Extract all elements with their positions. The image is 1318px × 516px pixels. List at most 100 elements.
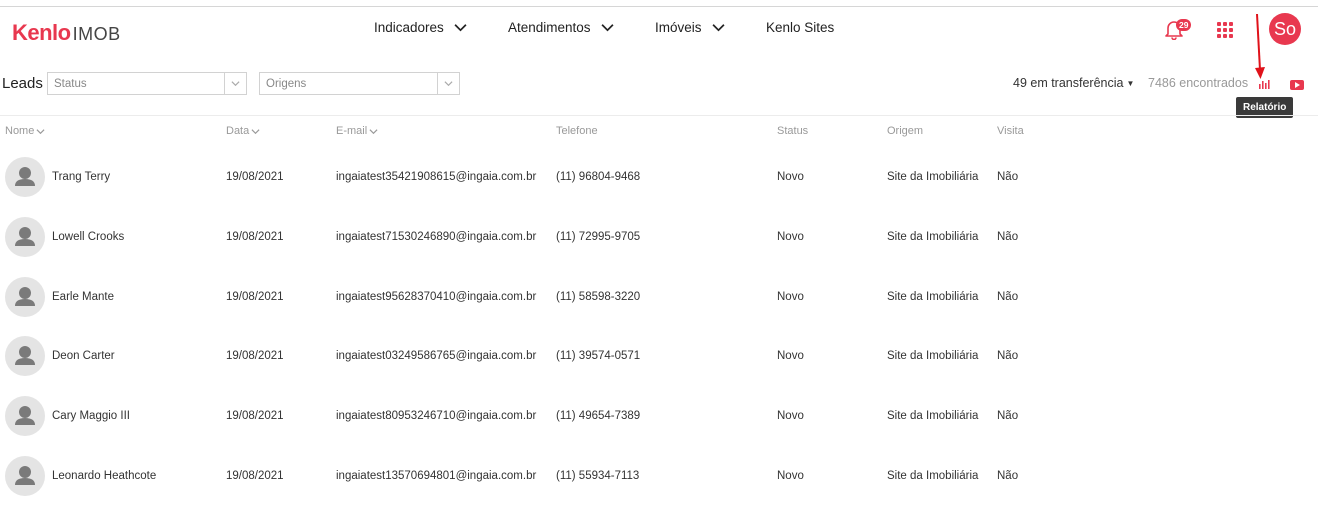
lead-origin: Site da Imobiliária bbox=[887, 291, 979, 303]
lead-visit: Não bbox=[997, 350, 1019, 362]
lead-email: ingaiatest13570694801@ingaia.com.br bbox=[336, 470, 537, 482]
lead-visit: Não bbox=[997, 291, 1019, 303]
nav-item-kenlo-sites[interactable]: Kenlo Sites bbox=[766, 20, 834, 35]
lead-email: ingaiatest71530246890@ingaia.com.br bbox=[336, 231, 537, 243]
lead-status: Novo bbox=[777, 350, 804, 362]
column-label: Telefone bbox=[556, 125, 598, 137]
chevron-down-icon bbox=[251, 128, 260, 134]
chevron-down-icon bbox=[36, 128, 45, 134]
lead-email: ingaiatest03249586765@ingaia.com.br bbox=[336, 350, 537, 362]
lead-visit: Não bbox=[997, 231, 1019, 243]
lead-status: Novo bbox=[777, 231, 804, 243]
person-avatar-icon bbox=[5, 157, 45, 197]
lead-date: 19/08/2021 bbox=[226, 171, 284, 183]
person-avatar-icon bbox=[5, 456, 45, 496]
table-row[interactable]: Leonardo Heathcote 19/08/2021 ingaiatest13… bbox=[0, 446, 1318, 506]
lead-name[interactable]: Trang Terry bbox=[52, 171, 110, 183]
lead-phone: (11) 49654-7389 bbox=[556, 410, 641, 422]
page-title: Leads bbox=[2, 75, 43, 92]
top-divider bbox=[0, 6, 1318, 7]
table-row[interactable]: Trang Terry 19/08/2021 ingaiatest354219086… bbox=[0, 147, 1318, 207]
lead-visit: Não bbox=[997, 470, 1019, 482]
lead-name[interactable]: Leonardo Heathcote bbox=[52, 470, 156, 482]
status-select[interactable]: Status bbox=[47, 72, 247, 95]
nav-item-label: Kenlo Sites bbox=[766, 20, 835, 35]
lead-date: 19/08/2021 bbox=[226, 291, 284, 303]
lead-date: 19/08/2021 bbox=[226, 470, 284, 482]
lead-origin: Site da Imobiliária bbox=[887, 171, 979, 183]
lead-origin: Site da Imobiliária bbox=[887, 350, 979, 362]
notification-badge: 29 bbox=[1176, 19, 1192, 31]
logo-product: IMOB bbox=[72, 24, 121, 44]
chevron-down-icon bbox=[437, 73, 459, 94]
lead-email: ingaiatest35421908615@ingaia.com.br bbox=[336, 171, 537, 183]
column-header-visita: Visita bbox=[997, 125, 1024, 137]
lead-phone: (11) 58598-3220 bbox=[556, 291, 641, 303]
kenlo-logo[interactable]: Kenlo IMOB bbox=[12, 20, 121, 45]
lead-status: Novo bbox=[777, 171, 804, 183]
annotation-arrow bbox=[1255, 13, 1265, 79]
header-divider bbox=[0, 115, 1318, 116]
lead-phone: (11) 96804-9468 bbox=[556, 171, 641, 183]
lead-email: ingaiatest80953246710@ingaia.com.br bbox=[336, 410, 537, 422]
status-select-placeholder: Status bbox=[54, 78, 87, 90]
logo-brand: Kenlo bbox=[12, 20, 71, 45]
chevron-down-icon bbox=[454, 24, 467, 32]
lead-origin: Site da Imobiliária bbox=[887, 231, 979, 243]
column-label: Nome bbox=[5, 125, 35, 137]
nav-item-imoveis[interactable]: Imóveis bbox=[655, 20, 725, 35]
lead-date: 19/08/2021 bbox=[226, 231, 284, 243]
lead-origin: Site da Imobiliária bbox=[887, 410, 979, 422]
person-avatar-icon bbox=[5, 396, 45, 436]
chevron-down-icon bbox=[369, 128, 378, 134]
lead-visit: Não bbox=[997, 410, 1019, 422]
column-header-origem: Origem bbox=[887, 125, 923, 137]
lead-name[interactable]: Earle Mante bbox=[52, 291, 114, 303]
transfer-dropdown[interactable]: 49 em transferência ▼ bbox=[1013, 76, 1134, 90]
column-label: Data bbox=[226, 125, 250, 137]
lead-email: ingaiatest95628370410@ingaia.com.br bbox=[336, 291, 537, 303]
youtube-icon[interactable] bbox=[1290, 80, 1304, 90]
nav-item-label: Atendimentos bbox=[508, 20, 591, 35]
bar-chart-icon[interactable] bbox=[1258, 79, 1270, 89]
nav-item-indicadores[interactable]: Indicadores bbox=[374, 20, 467, 35]
lead-visit: Não bbox=[997, 171, 1019, 183]
origins-select-placeholder: Origens bbox=[266, 78, 307, 90]
table-row[interactable]: Cary Maggio III 19/08/2021 ingaiatest80953… bbox=[0, 386, 1318, 446]
lead-origin: Site da Imobiliária bbox=[887, 470, 979, 482]
column-header-nome[interactable]: Nome bbox=[5, 125, 45, 137]
nav-item-label: Indicadores bbox=[374, 20, 444, 35]
table-row[interactable]: Earle Mante 19/08/2021 ingaiatest956283704… bbox=[0, 267, 1318, 327]
table-row[interactable]: Deon Carter 19/08/2021 ingaiatest032495867… bbox=[0, 326, 1318, 386]
lead-date: 19/08/2021 bbox=[226, 350, 284, 362]
column-label: E-mail bbox=[336, 125, 368, 137]
lead-name[interactable]: Cary Maggio III bbox=[52, 410, 130, 422]
origins-select[interactable]: Origens bbox=[259, 72, 460, 95]
chevron-down-icon bbox=[224, 73, 246, 94]
user-avatar[interactable]: So bbox=[1269, 13, 1301, 45]
lead-status: Novo bbox=[777, 410, 804, 422]
column-label: Origem bbox=[887, 125, 924, 137]
person-avatar-icon bbox=[5, 336, 45, 376]
chevron-down-icon bbox=[711, 24, 725, 32]
person-avatar-icon bbox=[5, 217, 45, 257]
lead-status: Novo bbox=[777, 470, 804, 482]
column-header-status: Status bbox=[777, 125, 808, 137]
lead-phone: (11) 39574-0571 bbox=[556, 350, 641, 362]
table-row[interactable]: Lowell Crooks 19/08/2021 ingaiatest7153024… bbox=[0, 207, 1318, 267]
lead-date: 19/08/2021 bbox=[226, 410, 284, 422]
lead-phone: (11) 55934-7113 bbox=[556, 470, 640, 482]
column-header-data[interactable]: Data bbox=[226, 125, 260, 137]
chevron-down-icon bbox=[601, 24, 614, 32]
found-count: 7486 encontrados bbox=[1148, 76, 1249, 90]
lead-name[interactable]: Deon Carter bbox=[52, 350, 115, 362]
nav-item-atendimentos[interactable]: Atendimentos bbox=[508, 20, 614, 35]
column-header-telefone: Telefone bbox=[556, 125, 598, 137]
apps-grid-icon[interactable] bbox=[1217, 22, 1233, 38]
nav-item-label: Imóveis bbox=[655, 20, 702, 35]
lead-name[interactable]: Lowell Crooks bbox=[52, 231, 124, 243]
caret-down-icon: ▼ bbox=[1126, 79, 1135, 89]
person-avatar-icon bbox=[5, 277, 45, 317]
column-header-email[interactable]: E-mail bbox=[336, 125, 378, 137]
transfer-label: 49 em transferência bbox=[1013, 76, 1124, 90]
